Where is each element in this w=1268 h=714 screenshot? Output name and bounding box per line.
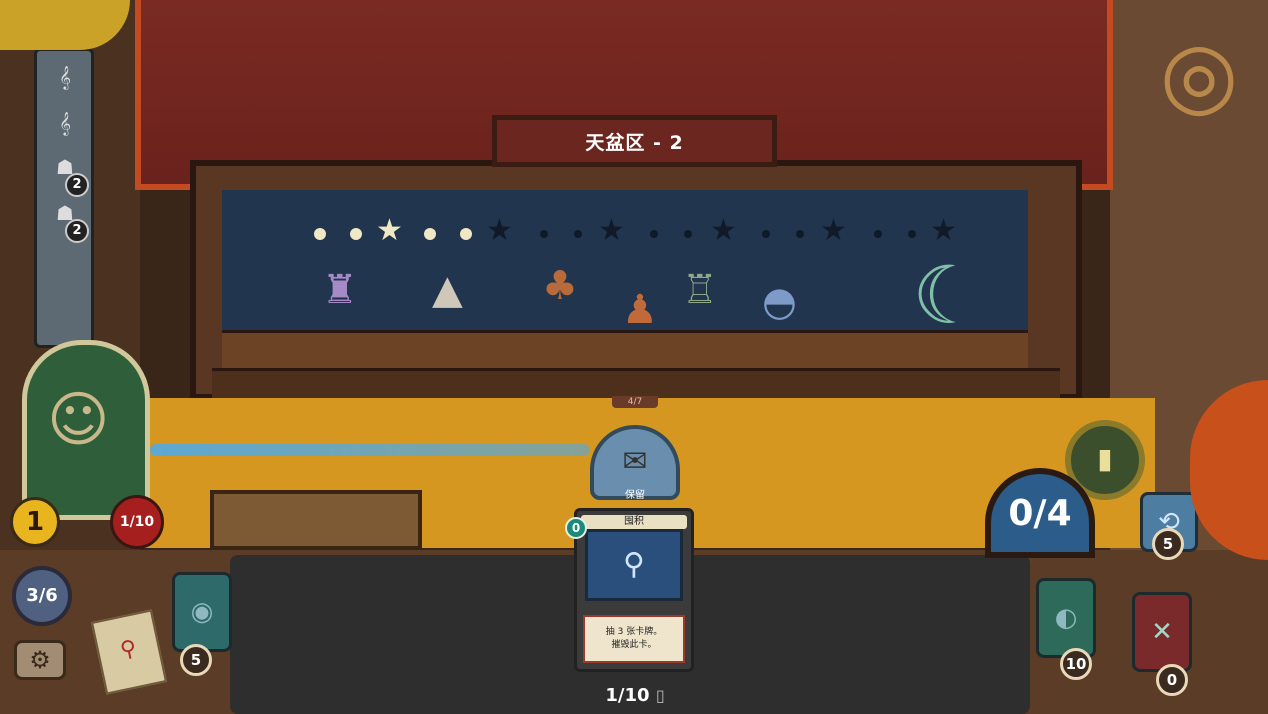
crate bbox=[210, 490, 422, 550]
energy-beam bbox=[150, 444, 590, 456]
card-text-line1: 抽 3 张卡牌。 bbox=[605, 627, 663, 637]
exhaust-pile[interactable]: ✕ bbox=[1132, 592, 1192, 672]
agent-icon[interactable]: ☗ 2 bbox=[45, 201, 89, 243]
progress-star-icon: ★ bbox=[930, 213, 957, 248]
card-text-line2: 摧毁此卡。 bbox=[611, 640, 657, 650]
gear-icon: ⚙ bbox=[29, 646, 51, 674]
violin-icon[interactable]: 𝄞 bbox=[45, 65, 85, 101]
cards-icon: ▯ bbox=[655, 686, 665, 705]
card-cost: 0 bbox=[565, 517, 587, 539]
discard-pile[interactable]: ◐ bbox=[1036, 578, 1096, 658]
progress-dot bbox=[874, 230, 882, 238]
deck-counter-value: 1/10 bbox=[605, 685, 650, 706]
map-pin-icon: ⚲ bbox=[117, 635, 139, 664]
stage-backdrop: ★ ★ ★ ★ ★ ★ ♜ ▲ ♣ ♟ ♖ ◓ ☾ bbox=[222, 190, 1028, 338]
inventory-column: 𝄞 𝄞 ☗ 2 ☗ 2 bbox=[34, 48, 94, 348]
rope-coil-icon: ◎ bbox=[1159, 22, 1239, 127]
agent-icon[interactable]: ☗ 2 bbox=[45, 155, 89, 197]
hand-deck-counter: 1/10 ▯ bbox=[570, 684, 700, 708]
progress-star-icon: ★ bbox=[820, 213, 847, 248]
gold-counter: 1 bbox=[10, 497, 60, 547]
card-description: 抽 3 张卡牌。 摧毁此卡。 bbox=[583, 615, 685, 663]
robot-prop-icon: ♟ bbox=[622, 287, 658, 333]
violin-icon[interactable]: 𝄞 bbox=[45, 111, 85, 147]
keep-label: 保留 bbox=[625, 490, 645, 501]
progress-dot bbox=[424, 228, 436, 240]
leaf-icon: ◐ bbox=[1054, 603, 1078, 633]
stage-title: 天盆区 - 2 bbox=[492, 115, 777, 167]
progress-star-icon: ★ bbox=[486, 213, 513, 248]
scroll-icon: ✉ bbox=[622, 444, 648, 479]
bindle-icon: ⚲ bbox=[585, 529, 683, 601]
agent-count-badge: 2 bbox=[65, 173, 89, 197]
stage-base bbox=[212, 368, 1060, 399]
round-counter: 3/6 bbox=[12, 566, 72, 626]
exhaust-pile-count: 0 bbox=[1156, 664, 1188, 696]
draw-pile-count: 5 bbox=[180, 644, 212, 676]
game-screen: ★ ★ ★ ★ ★ ★ ♜ ▲ ♣ ♟ ♖ ◓ ☾ 天盆区 - 2 4/7 𝄞 … bbox=[0, 0, 1268, 714]
progress-star-icon: ★ bbox=[598, 213, 625, 248]
draw-pile[interactable]: ◉ bbox=[172, 572, 232, 652]
progress-star-icon: ★ bbox=[376, 213, 403, 248]
progress-dot bbox=[540, 230, 548, 238]
pyramid-prop-icon: ▲ bbox=[432, 267, 463, 313]
stage-floor bbox=[222, 330, 1028, 373]
progress-dot bbox=[684, 230, 692, 238]
hunter-avatar-icon: ☺ bbox=[47, 385, 110, 455]
agent-count-badge: 2 bbox=[65, 219, 89, 243]
progress-dot bbox=[762, 230, 770, 238]
player-portrait[interactable]: ☺ bbox=[22, 340, 150, 520]
progress-dot bbox=[350, 228, 362, 240]
progress-dot bbox=[460, 228, 472, 240]
rotate-count: 5 bbox=[1152, 528, 1184, 560]
hand-card[interactable]: 囤积 ⚲ 抽 3 张卡牌。 摧毁此卡。 bbox=[574, 508, 694, 672]
eye-icon: ◉ bbox=[190, 597, 214, 627]
discard-pile-count: 10 bbox=[1060, 648, 1092, 680]
pointer-label: 4/7 bbox=[612, 396, 658, 408]
progress-dot bbox=[908, 230, 916, 238]
card-name: 囤积 bbox=[581, 515, 687, 529]
health-counter: 1/10 bbox=[110, 495, 164, 549]
lever-icon: ▮ bbox=[1097, 442, 1113, 475]
lighthouse-prop-icon: ♖ bbox=[682, 267, 718, 313]
observatory-prop-icon: ◓ bbox=[762, 279, 797, 325]
castle-prop-icon: ♜ bbox=[322, 267, 358, 313]
x-icon: ✕ bbox=[1151, 617, 1173, 647]
progress-dot bbox=[574, 230, 582, 238]
moon-prop-icon: ☾ bbox=[912, 249, 984, 342]
progress-star-icon: ★ bbox=[710, 213, 737, 248]
progress-dot bbox=[314, 228, 326, 240]
tree-prop-icon: ♣ bbox=[542, 263, 578, 309]
settings-button[interactable]: ⚙ bbox=[14, 640, 66, 680]
progress-dot bbox=[796, 230, 804, 238]
progress-dot bbox=[650, 230, 658, 238]
